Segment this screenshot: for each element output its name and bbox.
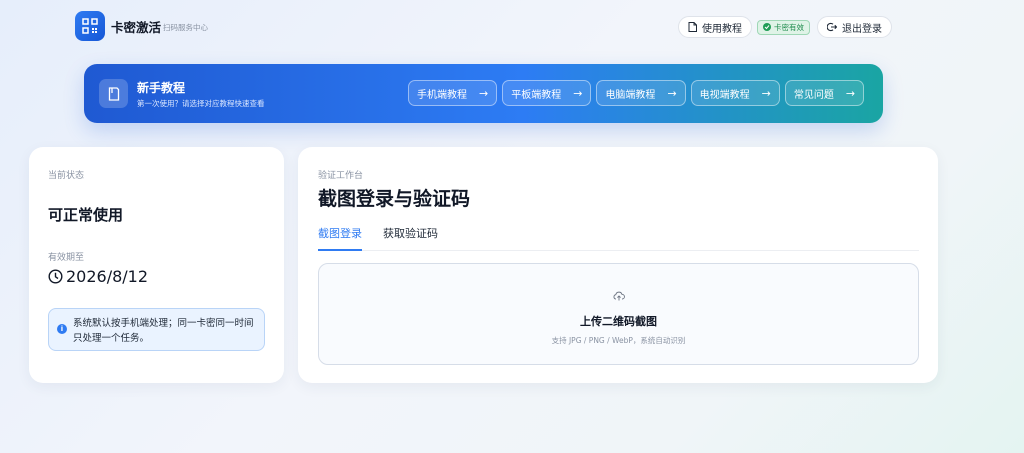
workbench-section-label: 验证工作台 [318,171,364,181]
tutorial-link-label: 电视端教程 [699,89,750,101]
upload-title: 上传二维码截图 [580,315,657,328]
workbench-tabs: 截图登录 获取验证码 [318,225,919,251]
upload-dropzone[interactable]: 上传二维码截图 支持 JPG / PNG / WebP，系统自动识别 [318,263,919,365]
tab-screenshot-login[interactable]: 截图登录 [318,225,362,251]
brand[interactable]: 卡密激活 扫码服务中心 [75,11,208,41]
arrow-right-icon: → [479,86,489,100]
notice-text: 系统默认按手机端处理；同一卡密同一时间只处理一个任务。 [73,318,254,344]
tutorial-link-phone[interactable]: 手机端教程 → [408,80,498,106]
current-status-label: 当前状态 [48,171,85,181]
logout-button-label: 退出登录 [842,23,882,35]
tutorial-link-label: 常见问题 [793,89,834,101]
tutorial-link-label: 平板端教程 [511,89,562,101]
expiry-date: 2026/8/12 [66,267,149,286]
tutorial-link-faq[interactable]: 常见问题 → [784,80,865,106]
arrow-right-icon: → [761,86,771,100]
info-icon: i [57,324,67,334]
brand-name: 卡密激活 [111,19,162,35]
current-status-value: 可正常使用 [48,206,124,224]
tutorial-link-pc[interactable]: 电脑端教程 → [596,80,686,106]
status-card: 当前状态 可正常使用 有效期至 2026/8/12 i 系统默认按手机端处理；同… [29,147,284,383]
logout-button[interactable]: 退出登录 [817,16,892,38]
tutorial-link-tv[interactable]: 电视端教程 → [690,80,780,106]
banner-title: 新手教程 [137,81,186,95]
logout-icon [827,22,837,32]
tutorial-links: 手机端教程 → 平板端教程 → 电脑端教程 → 电视端教程 → 常见问题 → [408,80,869,106]
notice-box: i 系统默认按手机端处理；同一卡密同一时间只处理一个任务。 [48,308,265,351]
card-status-badge: 卡密有效 [757,19,810,35]
expiry: 2026/8/12 [48,267,148,286]
book-icon [99,79,128,108]
tab-get-code[interactable]: 获取验证码 [383,225,438,251]
expiry-label: 有效期至 [48,253,85,263]
arrow-right-icon: → [573,86,583,100]
banner-subtitle: 第一次使用？请选择对应教程快速查看 [137,99,265,108]
top-bar: 卡密激活 扫码服务中心 使用教程 卡密有效 退出登录 [75,11,892,43]
workbench-title: 截图登录与验证码 [318,188,471,210]
tutorial-button-label: 使用教程 [702,23,742,35]
document-icon [688,22,697,32]
check-circle-icon [763,23,771,31]
workbench-card: 验证工作台 截图登录与验证码 截图登录 获取验证码 上传二维码截图 支持 JPG… [298,147,938,383]
top-actions: 使用教程 卡密有效 退出登录 [678,16,892,38]
upload-hint: 支持 JPG / PNG / WebP，系统自动识别 [551,336,686,345]
tutorial-banner: 新手教程 第一次使用？请选择对应教程快速查看 手机端教程 → 平板端教程 → 电… [84,64,883,123]
arrow-right-icon: → [845,86,856,100]
clock-icon [48,269,63,284]
tutorial-button[interactable]: 使用教程 [678,16,752,38]
tutorial-link-label: 手机端教程 [417,89,467,101]
cloud-upload-icon [613,286,625,305]
card-status-badge-label: 卡密有效 [774,22,804,32]
tutorial-link-label: 电脑端教程 [605,89,656,101]
brand-subtitle: 扫码服务中心 [163,22,209,32]
arrow-right-icon: → [667,86,677,100]
qr-code-icon [75,11,105,41]
tutorial-link-tablet[interactable]: 平板端教程 → [502,80,592,106]
